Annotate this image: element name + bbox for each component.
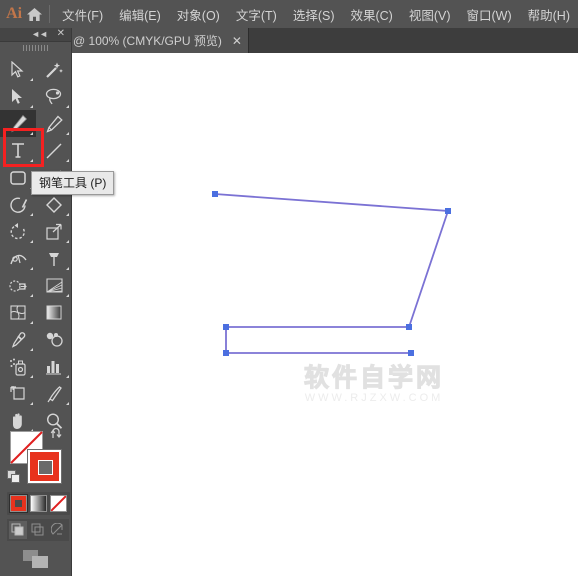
tool-expand-corner [30, 348, 33, 351]
swap-fill-stroke-icon[interactable] [50, 427, 63, 443]
tool-grid [0, 54, 71, 434]
tool-expand-corner [66, 240, 69, 243]
line-segment-tool[interactable] [36, 137, 72, 164]
document-tab-label: @ 100% (CMYK/GPU 预览) [73, 34, 222, 48]
menu-bar: Ai 文件(F) 编辑(E) 对象(O) 文字(T) 选择(S) 效果(C) 视… [0, 0, 578, 28]
tool-expand-corner [30, 294, 33, 297]
eyedropper-tool[interactable] [0, 326, 36, 353]
tool-expand-corner [30, 78, 33, 81]
default-fill-stroke-icon[interactable] [7, 470, 21, 489]
anchor-point[interactable] [445, 208, 451, 214]
stroke-swatch-inner [38, 460, 53, 475]
tool-panel-header: ◄◄ ✕ [0, 28, 71, 42]
anchor-point[interactable] [212, 191, 218, 197]
menu-window[interactable]: 窗口(W) [459, 1, 520, 28]
menu-view[interactable]: 视图(V) [401, 1, 459, 28]
selection-tool[interactable] [0, 56, 36, 83]
tool-expand-corner [66, 294, 69, 297]
gradient-mode-button[interactable] [30, 495, 47, 512]
menu-separator [49, 5, 51, 23]
tool-expand-corner [66, 213, 69, 216]
artboard-canvas[interactable]: 软件自学网 WWW.RJZXW.COM [72, 53, 578, 576]
tool-expand-corner [66, 267, 69, 270]
tool-expand-corner [30, 105, 33, 108]
menu-file[interactable]: 文件(F) [54, 1, 111, 28]
tooltip: 钢笔工具 (P) [31, 171, 115, 195]
tool-expand-corner [30, 159, 33, 162]
color-mode-button[interactable] [9, 494, 28, 513]
rotate-tool[interactable] [0, 218, 36, 245]
gradient-tool[interactable] [36, 299, 72, 326]
document-tab-bar: @ 100% (CMYK/GPU 预览) ✕ [0, 28, 578, 53]
tool-expand-corner [30, 375, 33, 378]
anchor-point[interactable] [408, 350, 414, 356]
tool-expand-corner [30, 321, 33, 324]
app-logo: Ai [6, 5, 23, 22]
shape-builder-tool[interactable] [0, 272, 36, 299]
anchor-point[interactable] [223, 324, 229, 330]
tool-expand-corner [66, 159, 69, 162]
anchor-point[interactable] [406, 324, 412, 330]
tool-expand-corner [66, 375, 69, 378]
type-tool[interactable] [0, 137, 36, 164]
scale-tool[interactable] [36, 218, 72, 245]
magic-wand-tool[interactable] [36, 56, 72, 83]
tool-expand-corner [66, 105, 69, 108]
menu-edit[interactable]: 编辑(E) [111, 1, 169, 28]
width-tool[interactable] [0, 245, 36, 272]
symbol-sprayer-tool[interactable] [0, 353, 36, 380]
tool-expand-corner [30, 267, 33, 270]
curvature-tool[interactable] [36, 110, 72, 137]
column-graph-tool[interactable] [36, 353, 72, 380]
close-icon[interactable]: ✕ [232, 35, 242, 47]
draw-normal-button[interactable] [9, 521, 27, 539]
anchor-point[interactable] [223, 350, 229, 356]
direct-selection-tool[interactable] [0, 83, 36, 110]
illustrator-window: Ai 文件(F) 编辑(E) 对象(O) 文字(T) 选择(S) 效果(C) 视… [0, 0, 578, 576]
lasso-tool[interactable] [36, 83, 72, 110]
stroke-swatch[interactable] [27, 449, 62, 484]
eraser-tool[interactable] [36, 191, 72, 218]
tool-expand-corner [30, 132, 33, 135]
free-transform-tool[interactable] [36, 245, 72, 272]
perspective-grid-tool[interactable] [36, 272, 72, 299]
tool-expand-corner [30, 240, 33, 243]
mesh-tool[interactable] [0, 299, 36, 326]
draw-inside-button[interactable] [49, 521, 67, 539]
menu-select[interactable]: 选择(S) [285, 1, 343, 28]
none-mode-button[interactable] [50, 495, 67, 512]
pen-tool[interactable] [0, 110, 36, 137]
menu-object[interactable]: 对象(O) [169, 1, 228, 28]
open-path-shape[interactable] [72, 53, 578, 576]
color-controls [0, 403, 72, 576]
screen-mode-button[interactable] [22, 548, 50, 575]
menu-help[interactable]: 帮助(H) [520, 1, 578, 28]
blend-tool[interactable] [36, 326, 72, 353]
shaper-tool[interactable] [0, 191, 36, 218]
tool-panel: ◄◄ ✕ 钢笔工具 (P) [0, 28, 115, 576]
drawing-mode-row [7, 519, 69, 541]
drag-handle-icon[interactable] [0, 42, 71, 54]
home-icon[interactable] [22, 0, 47, 28]
menu-effect[interactable]: 效果(C) [342, 1, 400, 28]
draw-behind-button[interactable] [29, 521, 47, 539]
menu-type[interactable]: 文字(T) [228, 1, 285, 28]
tool-expand-corner [30, 213, 33, 216]
document-tab[interactable]: @ 100% (CMYK/GPU 预览) ✕ [63, 28, 249, 53]
tool-expand-corner [66, 132, 69, 135]
collapse-icon[interactable]: ◄◄ [31, 29, 48, 39]
paint-mode-row [7, 492, 70, 515]
close-icon[interactable]: ✕ [57, 28, 65, 39]
